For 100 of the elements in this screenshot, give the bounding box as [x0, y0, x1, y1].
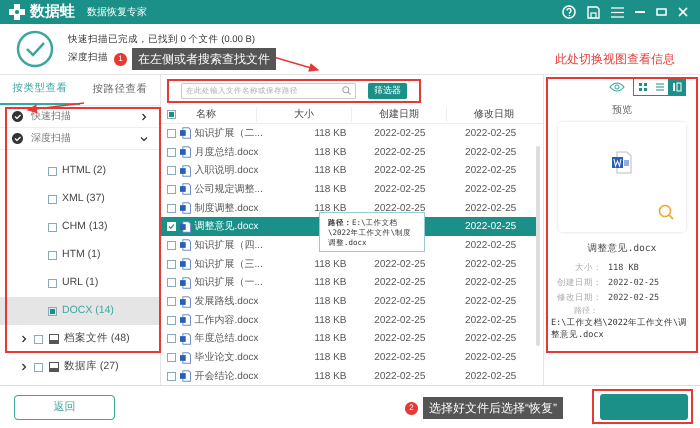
file-name-cell-text: 开会结论.docx [194, 370, 260, 384]
checkbox[interactable] [167, 353, 176, 362]
checkbox[interactable] [48, 278, 57, 288]
chevron-down-icon[interactable] [140, 134, 148, 142]
date-cell-text: 2022-02-25 [373, 258, 426, 272]
annotation-note: 此处切换视图查看信息 [555, 51, 675, 68]
tree-item[interactable]: 深度扫描 [31, 131, 71, 146]
checkbox[interactable] [167, 372, 176, 381]
word-file-icon [180, 220, 191, 233]
app-name: 数据蛙 [30, 2, 75, 22]
date-cell-text: 2022-02-25 [373, 146, 426, 160]
scan-status-text: 快速扫描已完成，已找到 0 个文件 (0.00 B) [68, 33, 255, 48]
file-type-item[interactable]: XML (37) [62, 191, 105, 207]
size-cell-text: 118 KB [313, 164, 348, 178]
checkbox[interactable] [34, 334, 43, 344]
chevron-right-icon[interactable] [140, 112, 148, 120]
file-name-cell-text: 毕业论文.docx [194, 350, 260, 366]
path-label: 路径： [574, 304, 599, 316]
date-cell-text: 2022-02-25 [464, 295, 518, 310]
date-cell-text: 2022-02-25 [373, 314, 426, 328]
file-name-cell-text: 入职说明.docx [194, 164, 260, 178]
checkbox[interactable] [167, 260, 176, 269]
file-name-cell-text: 知识扩展（三... [194, 258, 264, 272]
close-icon[interactable] [678, 7, 688, 17]
date-cell-text: 2022-02-25 [373, 164, 426, 178]
maximize-icon[interactable] [656, 8, 667, 16]
check-circle-icon [16, 30, 54, 68]
zoom-icon[interactable] [658, 204, 674, 220]
view-tab[interactable]: 按路径查看 [80, 75, 160, 105]
date-cell-text: 2022-02-25 [464, 220, 518, 234]
checkbox[interactable] [167, 184, 176, 194]
step-badge: 2 [405, 402, 418, 414]
checkbox[interactable] [167, 278, 176, 288]
checkbox[interactable] [167, 240, 176, 250]
size-cell-text: 118 KB [313, 314, 348, 328]
date-cell-text: 2022-02-25 [373, 182, 426, 197]
size-cell-text: 118 KB [313, 182, 348, 197]
checkbox[interactable] [167, 166, 176, 176]
scan-status-text: 深度扫描 [68, 50, 108, 64]
file-name-cell-text: 月度总结.docx [194, 146, 260, 160]
property-value: 2022-02-25 [608, 292, 660, 304]
date-cell-text: 2022-02-25 [373, 276, 426, 290]
checkbox[interactable] [167, 110, 176, 119]
scrollbar[interactable] [536, 146, 540, 346]
drive-icon [49, 362, 59, 372]
eye-icon[interactable] [609, 82, 625, 92]
chevron-right-icon[interactable] [20, 335, 28, 343]
word-file-icon [180, 370, 191, 382]
checkbox[interactable] [48, 166, 57, 176]
file-type-item[interactable]: 档案文件 (48) [64, 331, 130, 347]
file-type-item[interactable]: CHM (13) [62, 219, 108, 235]
file-name-cell-text: 发展路线.docx [194, 294, 260, 310]
checkbox[interactable] [48, 250, 57, 260]
chevron-right-icon[interactable] [20, 363, 28, 371]
date-cell-text: 2022-02-25 [464, 276, 518, 290]
checkbox[interactable] [167, 148, 176, 157]
checkbox[interactable] [167, 128, 176, 138]
property-value: 2022-02-25 [608, 277, 660, 290]
checkbox[interactable] [167, 297, 176, 306]
word-file-icon [180, 146, 191, 158]
word-file-icon [180, 314, 191, 326]
checkbox[interactable] [48, 222, 57, 232]
size-cell-text: 118 KB [313, 351, 348, 366]
date-cell-text: 2022-02-25 [464, 314, 518, 328]
file-name-cell-text: 公司规定调整... [194, 182, 264, 197]
date-cell-text: 2022-02-25 [464, 332, 518, 346]
file-name-cell-text: 制度调整.docx [194, 202, 260, 216]
checkbox[interactable] [48, 194, 57, 204]
size-cell-text: 118 KB [313, 126, 348, 141]
search-icon[interactable] [342, 86, 351, 95]
checkbox[interactable] [167, 204, 176, 213]
checkbox[interactable] [34, 362, 43, 372]
date-cell-text: 2022-02-25 [464, 351, 518, 366]
file-type-item[interactable]: HTML (2) [62, 163, 106, 179]
menu-icon[interactable] [611, 6, 624, 18]
file-name-cell-text: 年度总结.docx [194, 332, 260, 346]
checkbox[interactable] [167, 316, 176, 325]
file-type-item[interactable]: 数据库 (27) [64, 359, 119, 375]
column-header[interactable]: 大小 [256, 107, 351, 122]
checkbox[interactable] [167, 334, 176, 344]
date-cell-text: 2022-02-25 [464, 182, 518, 197]
check-icon [12, 133, 23, 144]
detail-view-icon[interactable] [668, 79, 685, 95]
date-cell-text: 2022-02-25 [464, 370, 518, 384]
word-file-icon [180, 164, 191, 177]
word-file-icon [180, 352, 191, 364]
preview-title: 预览 [612, 104, 632, 118]
column-header[interactable]: 修改日期 [446, 107, 541, 122]
size-cell-text: 118 KB [313, 258, 348, 272]
column-header[interactable]: 名称 [176, 107, 256, 122]
date-cell-text: 2022-02-25 [373, 295, 426, 310]
file-name-cell-text: 工作内容.docx [194, 314, 260, 328]
word-file-icon [180, 332, 191, 345]
filter-button[interactable]: 筛选器 [368, 82, 407, 98]
save-icon[interactable] [587, 6, 600, 18]
file-type-item[interactable]: URL (1) [62, 275, 98, 291]
column-header[interactable]: 创建日期 [351, 107, 446, 122]
file-type-item[interactable]: HTM (1) [62, 247, 100, 263]
checkbox[interactable] [48, 306, 57, 316]
help-icon[interactable] [562, 5, 576, 19]
